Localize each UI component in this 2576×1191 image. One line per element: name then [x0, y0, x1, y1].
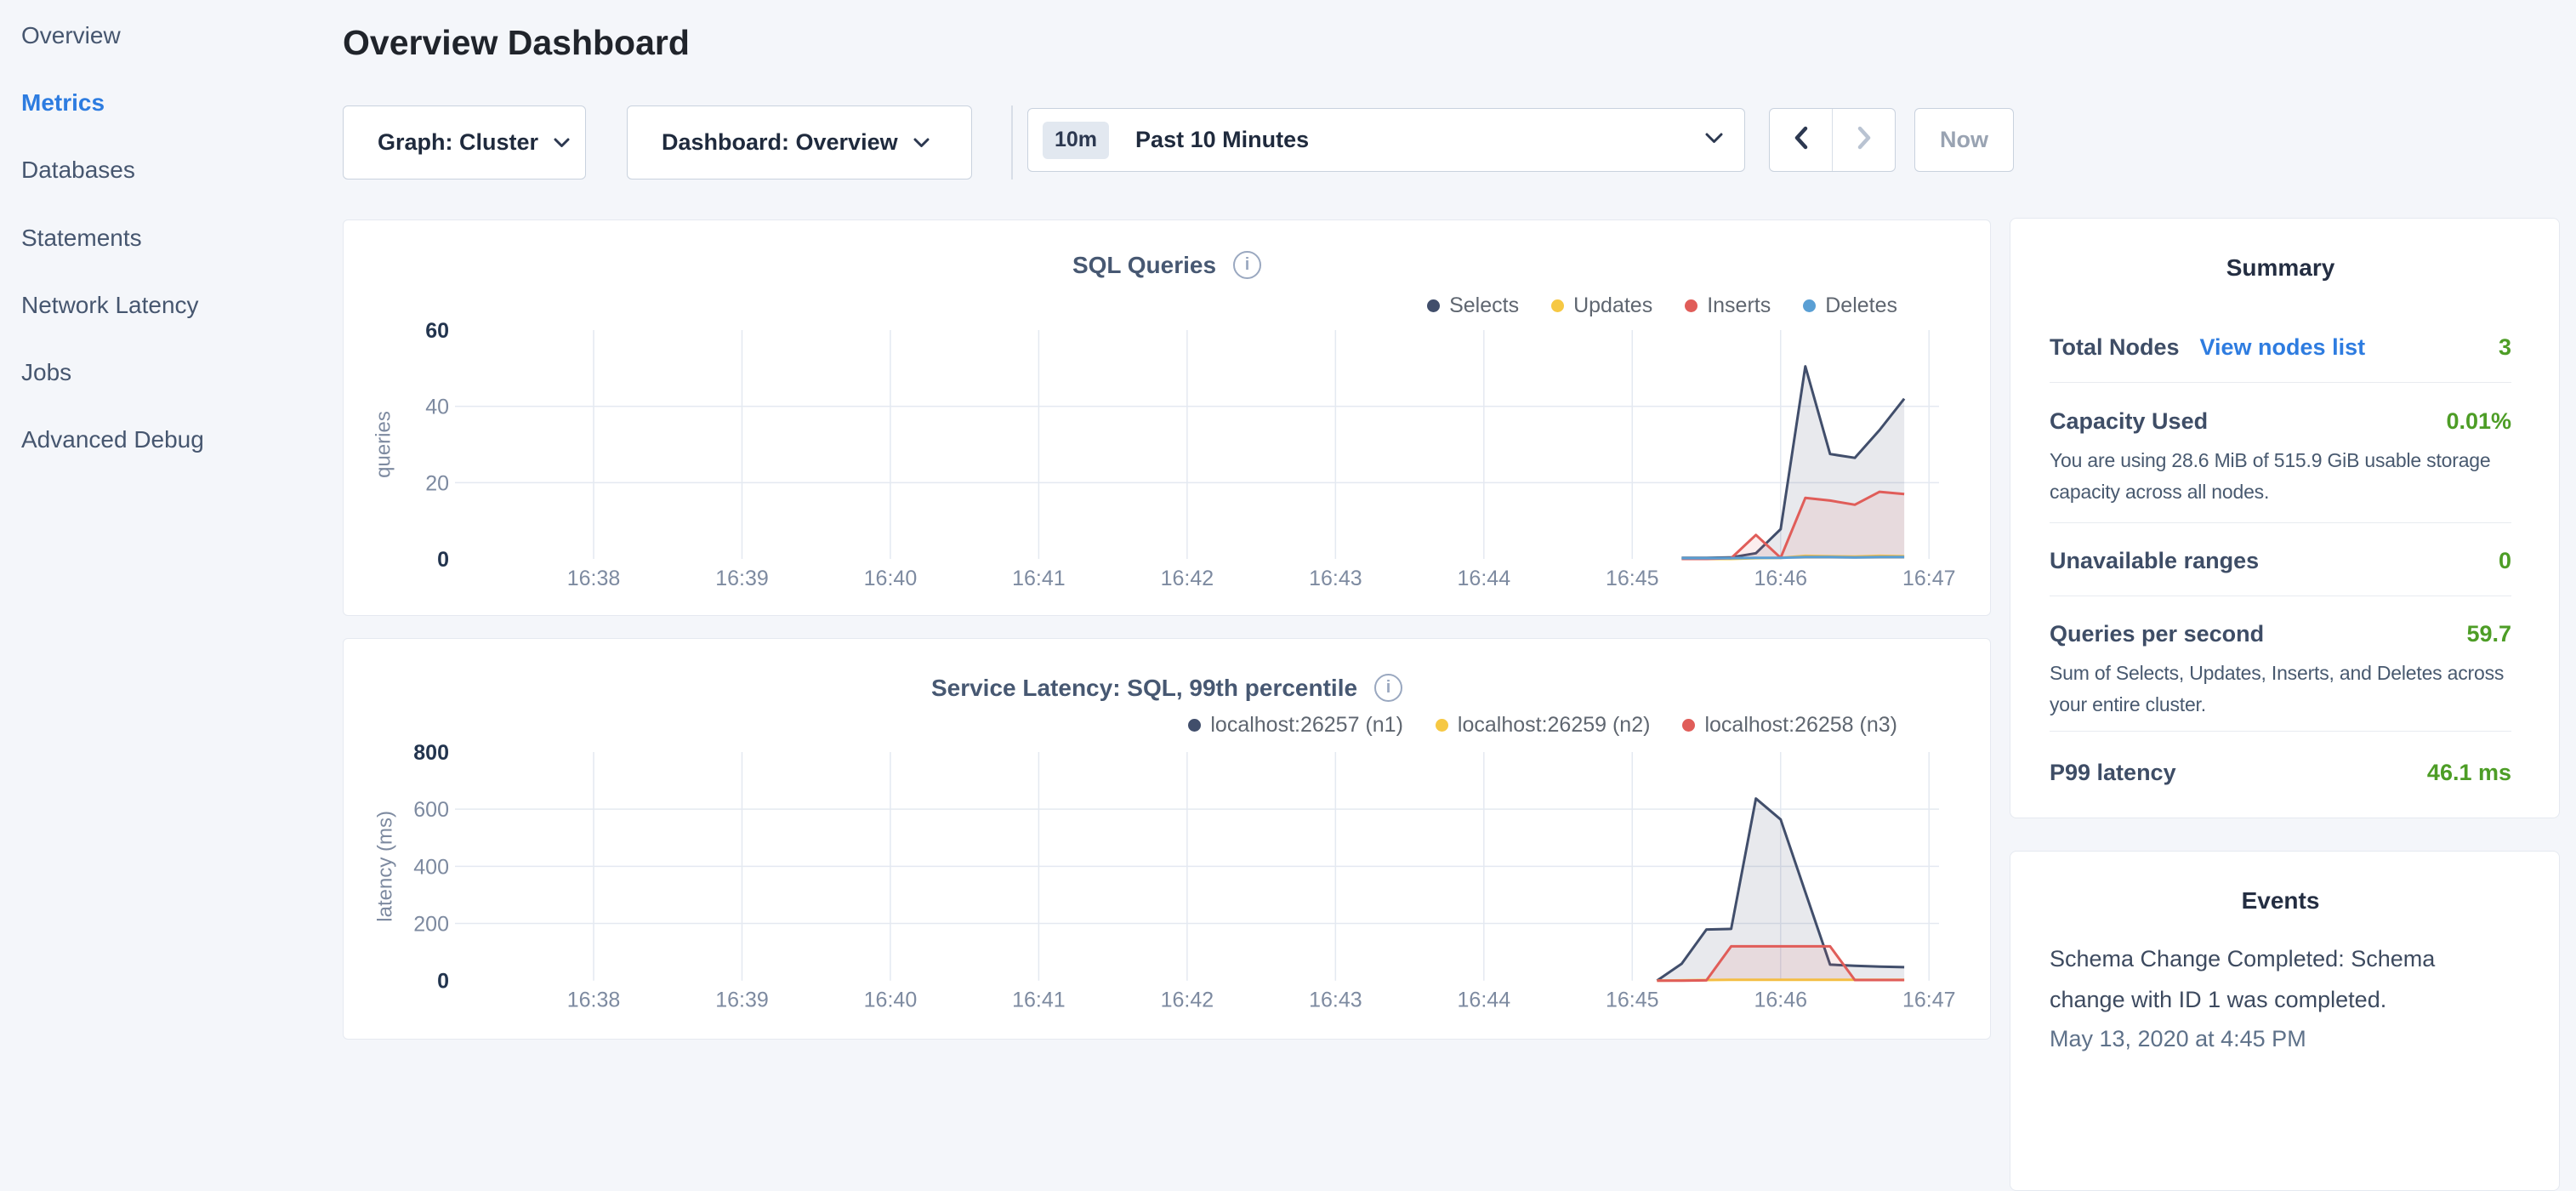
time-range-badge: 10m: [1043, 122, 1109, 159]
summary-row-value: 3: [2499, 331, 2511, 363]
x-tick-label: 16:44: [1458, 989, 1511, 1012]
sidebar-nav-list: OverviewMetricsDatabasesStatementsNetwor…: [0, 0, 343, 474]
summary-row-value: 59.7: [2466, 618, 2511, 650]
sidebar-item-metrics[interactable]: Metrics: [0, 69, 343, 136]
x-tick-label: 16:41: [1012, 567, 1066, 590]
chevron-down-icon: [913, 138, 930, 148]
summary-row: Total Nodes View nodes list 3: [2050, 331, 2511, 382]
summary-panel: Summary Total Nodes View nodes list 3 Capac…: [2010, 218, 2560, 818]
summary-rows: Total Nodes View nodes list 3 Capacity Used…: [2050, 331, 2511, 819]
summary-row: P99 latency 46.1 ms: [2050, 731, 2511, 819]
sql-queries-chart-card: SQL QueriesiSelectsUpdatesInsertsDeletes…: [343, 219, 1991, 616]
toolbar-divider: [1011, 105, 1013, 180]
x-tick-label: 16:45: [1606, 989, 1659, 1012]
sql-queries-plot: 16:38 16:39 16:40 16:41 16:42 16:43 16:44 16:45…: [344, 220, 1992, 617]
summary-row: Queries per second 59.7 Sum of Selects, Up…: [2050, 596, 2511, 731]
sidebar-item-overview[interactable]: Overview: [0, 2, 343, 69]
sidebar-item-advanced-debug[interactable]: Advanced Debug: [0, 407, 343, 474]
view-nodes-list-link[interactable]: View nodes list: [2200, 331, 2366, 363]
summary-row-label: Capacity Used: [2050, 405, 2208, 437]
x-tick-label: 16:38: [567, 567, 621, 590]
sidebar-item-jobs[interactable]: Jobs: [0, 339, 343, 406]
x-tick-label: 16:43: [1309, 567, 1362, 590]
y-tick-label: 60: [425, 319, 449, 343]
page-title: Overview Dashboard: [343, 23, 690, 63]
sidebar-item-statements[interactable]: Statements: [0, 204, 343, 271]
summary-row-label: Queries per second: [2050, 618, 2264, 650]
chevron-down-icon: [1705, 133, 1723, 148]
next-time-button[interactable]: [1833, 109, 1895, 171]
y-tick-label: 20: [425, 471, 449, 495]
summary-row-label: Total Nodes: [2050, 331, 2180, 363]
chevron-left-icon: [1794, 126, 1809, 154]
events-title: Events: [2050, 852, 2511, 916]
time-range-selector[interactable]: 10m Past 10 Minutes: [1027, 108, 1745, 172]
time-range-label: Past 10 Minutes: [1135, 127, 1309, 153]
x-tick-label: 16:39: [715, 567, 769, 590]
y-tick-label: 800: [413, 741, 449, 765]
y-axis-unit-label: queries: [372, 411, 395, 478]
x-tick-label: 16:46: [1754, 567, 1807, 590]
x-tick-label: 16:42: [1161, 567, 1214, 590]
sidebar-item-network-latency[interactable]: Network Latency: [0, 271, 343, 339]
summary-row-value: 0.01%: [2446, 405, 2511, 437]
x-tick-label: 16:46: [1754, 989, 1807, 1012]
event-item: Schema Change Completed: Schema change w…: [2050, 938, 2511, 1054]
summary-row-label: P99 latency: [2050, 756, 2176, 789]
summary-row-value: 0: [2499, 544, 2511, 577]
event-timestamp: May 13, 2020 at 4:45 PM: [2050, 1023, 2511, 1054]
summary-title: Summary: [2050, 219, 2511, 283]
graph-dropdown-label: Graph: Cluster: [378, 129, 538, 156]
x-tick-label: 16:44: [1458, 567, 1511, 590]
now-button[interactable]: Now: [1914, 108, 2014, 172]
x-tick-label: 16:40: [864, 989, 918, 1012]
dashboard-dropdown-label: Dashboard: Overview: [662, 129, 898, 156]
chevron-right-icon: [1857, 126, 1872, 154]
summary-row-description: You are using 28.6 MiB of 515.9 GiB usab…: [2050, 445, 2511, 507]
x-tick-label: 16:45: [1606, 567, 1659, 590]
summary-row: Capacity Used 0.01% You are using 28.6 MiB…: [2050, 382, 2511, 522]
events-panel: Events Schema Change Completed: Schema c…: [2010, 851, 2560, 1191]
y-tick-label: 600: [413, 798, 449, 822]
y-tick-label: 0: [437, 970, 449, 994]
series-line-deletes: [1681, 557, 1904, 558]
summary-row-label: Unavailable ranges: [2050, 544, 2259, 577]
toolbar: Graph: Cluster Dashboard: Overview 10m P…: [343, 105, 1991, 180]
graph-dropdown[interactable]: Graph: Cluster: [343, 105, 586, 180]
sidebar-item-databases[interactable]: Databases: [0, 137, 343, 204]
x-tick-label: 16:42: [1161, 989, 1214, 1012]
x-tick-label: 16:39: [715, 989, 769, 1012]
y-tick-label: 200: [413, 913, 449, 937]
time-step-buttons: [1769, 108, 1896, 172]
y-axis-unit-label: latency (ms): [374, 811, 397, 922]
sidebar: OverviewMetricsDatabasesStatementsNetwor…: [0, 0, 343, 1051]
dashboard-dropdown[interactable]: Dashboard: Overview: [627, 105, 972, 180]
x-tick-label: 16:47: [1902, 567, 1956, 590]
event-message: Schema Change Completed: Schema change w…: [2050, 938, 2511, 1020]
prev-time-button[interactable]: [1770, 109, 1833, 171]
x-tick-label: 16:41: [1012, 989, 1066, 1012]
x-tick-label: 16:47: [1902, 989, 1956, 1012]
summary-row: Unavailable ranges 0: [2050, 522, 2511, 596]
events-list: Schema Change Completed: Schema change w…: [2050, 938, 2511, 1054]
summary-row-value: 46.1 ms: [2427, 756, 2511, 789]
chevron-down-icon: [554, 138, 570, 148]
y-tick-label: 40: [425, 396, 449, 419]
y-tick-label: 0: [437, 548, 449, 572]
summary-row-description: Sum of Selects, Updates, Inserts, and De…: [2050, 658, 2511, 720]
x-tick-label: 16:40: [864, 567, 918, 590]
service-latency-chart-card: Service Latency: SQL, 99th percentileilo…: [343, 638, 1991, 1040]
y-tick-label: 400: [413, 855, 449, 879]
service-latency-plot: 16:38 16:39 16:40 16:41 16:42 16:43 16:44 16:45…: [344, 639, 1992, 1040]
x-tick-label: 16:38: [567, 989, 621, 1012]
x-tick-label: 16:43: [1309, 989, 1362, 1012]
